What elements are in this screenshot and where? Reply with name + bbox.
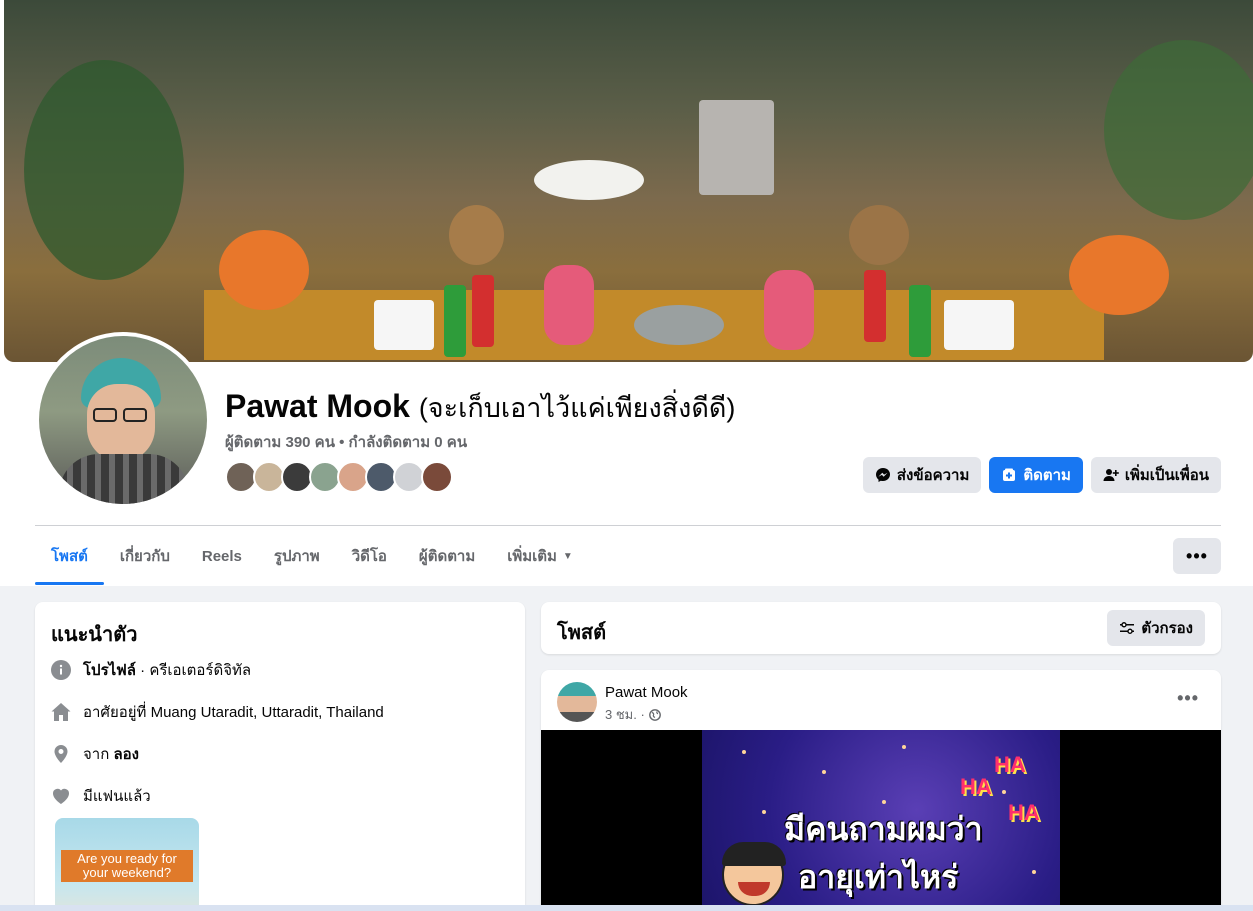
message-button[interactable]: ส่งข้อความ (862, 457, 982, 493)
tab-followers-label: ผู้ติดตาม (418, 548, 476, 565)
posts-header-card: โพสต์ ตัวกรอง (541, 602, 1221, 654)
tab-posts[interactable]: โพสต์ (35, 527, 104, 585)
post-meta: 3 ชม. · (605, 704, 661, 725)
post-author-name[interactable]: Pawat Mook (605, 684, 688, 701)
featured-photo-caption: Are you ready for your weekend? (61, 850, 193, 882)
post-author-avatar[interactable] (557, 682, 597, 722)
profile-actions: ส่งข้อความ ติดตาม เพิ่มเป็นเพื่อน (862, 457, 1221, 493)
video-ha-text: HA (1008, 800, 1040, 825)
profile-more-button[interactable]: ••• (1173, 538, 1221, 574)
followers-count[interactable]: ผู้ติดตาม 390 คน • กำลังติดตาม 0 คน (225, 430, 467, 454)
intro-profile-category: · ครีเอเตอร์ดิจิทัล (136, 662, 252, 679)
post-card: Pawat Mook 3 ชม. · ••• HA HA HA มีคนถามผ… (541, 670, 1221, 911)
profile-header: Pawat Mook (จะเก็บเอาไว้แค่เพียงสิ่งดีดี… (0, 0, 1253, 586)
filter-button-label: ตัวกรอง (1141, 620, 1193, 637)
filter-button[interactable]: ตัวกรอง (1107, 610, 1205, 646)
profile-avatar[interactable] (35, 332, 211, 508)
ellipsis-icon: ••• (1177, 688, 1199, 708)
video-ha-text: HA (960, 774, 992, 799)
tab-reels[interactable]: Reels (186, 527, 258, 585)
caret-down-icon: ▼ (562, 550, 573, 562)
follower-avatars[interactable] (225, 461, 453, 493)
filter-icon (1120, 622, 1135, 634)
featured-photo[interactable]: Are you ready for your weekend? (55, 818, 199, 911)
tab-videos[interactable]: วิดีโอ (336, 527, 403, 585)
cover-photo[interactable] (4, 0, 1253, 362)
intro-from-place[interactable]: ลอง (113, 746, 139, 763)
message-button-label: ส่งข้อความ (896, 467, 970, 484)
intro-from: จาก ลอง (51, 742, 139, 766)
tab-photos[interactable]: รูปภาพ (258, 527, 336, 585)
add-friend-button-label: เพิ่มเป็นเพื่อน (1124, 467, 1209, 484)
video-ha-text: HA (994, 752, 1026, 777)
intro-from-prefix: จาก (83, 746, 114, 763)
tabs-divider (35, 525, 1221, 526)
intro-relationship: มีแฟนแล้ว (51, 784, 151, 808)
profile-name-row: Pawat Mook (จะเก็บเอาไว้แค่เพียงสิ่งดีดี… (225, 386, 735, 428)
profile-alternate-name: (จะเก็บเอาไว้แค่เพียงสิ่งดีดี) (418, 393, 736, 423)
profile-name: Pawat Mook (225, 388, 410, 424)
intro-title: แนะนำตัว (51, 624, 138, 646)
post-media[interactable]: HA HA HA มีคนถามผมว่า อายุเท่าไหร่ (541, 730, 1221, 911)
laughing-face-icon (722, 842, 786, 906)
post-video[interactable]: HA HA HA มีคนถามผมว่า อายุเท่าไหร่ (702, 730, 1060, 911)
tab-about[interactable]: เกี่ยวกับ (104, 527, 186, 585)
tab-followers[interactable]: ผู้ติดตาม (403, 527, 491, 585)
follow-button[interactable]: ติดตาม (989, 457, 1083, 493)
video-caption-line2: อายุเท่าไหร่ (798, 859, 959, 895)
tab-photos-label: รูปภาพ (273, 548, 320, 565)
post-time[interactable]: 3 ชม. · (605, 704, 645, 725)
follower-avatar[interactable] (421, 461, 453, 493)
messenger-icon (875, 468, 890, 482)
intro-relationship-text: มีแฟนแล้ว (83, 788, 151, 805)
add-friend-icon (1103, 469, 1119, 481)
intro-profile-type: โปรไฟล์ · ครีเอเตอร์ดิจิทัล (51, 658, 251, 682)
avatar-photo (39, 336, 207, 504)
tab-videos-label: วิดีโอ (351, 548, 387, 565)
tab-posts-label: โพสต์ (51, 548, 88, 565)
tab-more[interactable]: เพิ่มเติม ▼ (491, 527, 589, 585)
intro-card: แนะนำตัว โปรไฟล์ · ครีเอเตอร์ดิจิทัล อาศ… (35, 602, 525, 911)
info-icon (51, 660, 71, 680)
intro-profile-label: โปรไฟล์ (83, 662, 136, 679)
home-icon (51, 702, 71, 722)
tab-more-label: เพิ่มเติม (507, 548, 557, 565)
bottom-scrollbar[interactable] (0, 905, 1253, 911)
follow-button-label: ติดตาม (1023, 467, 1071, 484)
intro-lives-in-text: อาศัยอยู่ที่ Muang Utaradit, Uttaradit, … (83, 704, 384, 721)
tab-about-label: เกี่ยวกับ (119, 548, 170, 565)
tab-reels-label: Reels (201, 547, 242, 565)
intro-lives-in: อาศัยอยู่ที่ Muang Utaradit, Uttaradit, … (51, 700, 384, 724)
globe-icon (648, 708, 661, 721)
add-friend-button[interactable]: เพิ่มเป็นเพื่อน (1090, 457, 1221, 493)
posts-title: โพสต์ (557, 622, 607, 644)
video-caption-line1: มีคนถามผมว่า (784, 811, 983, 847)
location-pin-icon (51, 744, 71, 764)
ellipsis-icon: ••• (1186, 545, 1208, 566)
heart-icon (51, 786, 71, 806)
post-options-button[interactable]: ••• (1177, 688, 1199, 709)
profile-tabs: โพสต์ เกี่ยวกับ Reels รูปภาพ วิดีโอ ผู้ต… (35, 527, 589, 585)
follow-icon (1003, 468, 1016, 481)
